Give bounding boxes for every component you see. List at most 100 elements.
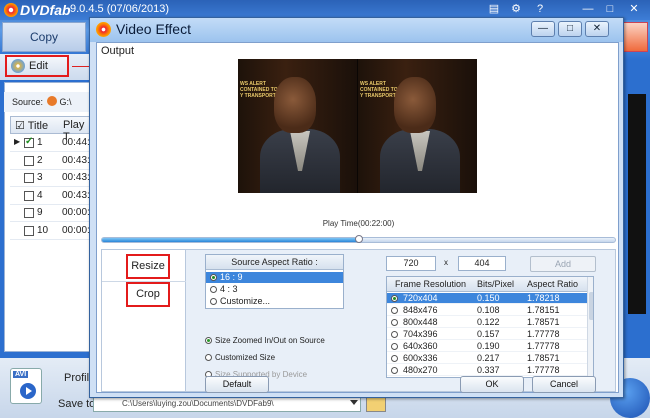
dvdfab-logo-icon [96,22,111,37]
aspect-ratio: 1.77778 [527,341,560,351]
table-row[interactable]: 10 00:00:1 [10,223,95,240]
title-checkbox[interactable] [24,208,34,218]
table-row[interactable]: 720x404 0.150 1.78218 [387,293,587,304]
title-number: 10 [37,224,49,236]
grid-scrollbar[interactable] [587,277,593,377]
video-frame-original: WS ALERT CONTAINED TO VALENCIA Y TRANSPORT… [238,59,357,193]
dialog-close-icon[interactable]: ✕ [585,21,609,37]
table-row[interactable]: 2 00:43:4 [10,153,95,170]
frame-resolution: 800x448 [403,317,438,327]
table-row[interactable]: 9 00:00:0 [10,205,95,222]
seek-slider-thumb[interactable] [354,235,363,243]
close-icon[interactable]: ✕ [626,2,642,16]
resolution-grid-header: Frame Resolution Bits/Pixel Aspect Ratio [387,277,587,292]
height-field[interactable]: 404 [458,256,506,271]
radio-icon [205,337,212,344]
edit-icon [11,59,25,73]
avi-label: AVI [13,371,29,378]
size-option[interactable]: Size Zoomed In/Out on Source [205,336,325,345]
col-bits-pixel[interactable]: Bits/Pixel [477,279,514,289]
aspect-option[interactable]: Customize... [206,296,343,307]
bits-per-pixel: 0.337 [477,365,500,375]
radio-icon [391,307,398,314]
table-row[interactable]: 3 00:43:4 [10,170,95,187]
aspect-option[interactable]: 16 : 9 [206,272,343,283]
bits-per-pixel: 0.157 [477,329,500,339]
edit-button-label: Edit [29,60,48,72]
aspect-ratio: 1.78218 [527,293,560,303]
title-checkbox[interactable] [24,173,34,183]
seek-slider[interactable] [101,235,616,243]
add-button[interactable]: Add [530,256,596,272]
aspect-ratio-header: Source Aspect Ratio : [206,255,343,270]
col-title-header[interactable]: ☑ Title [15,119,48,132]
saveto-path-text: C:\Users\luying.zou\Documents\DVDFab9\ [122,399,274,408]
bits-per-pixel: 0.150 [477,293,500,303]
video-preview: WS ALERT CONTAINED TO VALENCIA Y TRANSPORT… [238,59,477,193]
seek-slider-fill [102,238,359,242]
video-frame-output: WS ALERT CONTAINED TO VALENCIA Y TRANSPORT… [358,59,477,193]
nav-crop[interactable]: Crop [126,282,170,307]
aspect-option-label: 16 : 9 [220,272,243,282]
title-number: 2 [37,154,43,166]
radio-icon [210,274,217,281]
title-checkbox[interactable] [24,155,34,166]
resolution-x-label: x [444,258,448,267]
bits-per-pixel: 0.217 [477,353,500,363]
table-row[interactable]: 640x360 0.190 1.77778 [387,341,587,352]
settings-panel: Resize Crop Source Aspect Ratio : 16 : 9… [101,249,616,393]
radio-icon [391,295,398,302]
table-row[interactable]: 800x448 0.122 1.78571 [387,317,587,328]
tab-copy[interactable]: Copy [2,22,86,52]
width-field[interactable]: 720 [386,256,436,271]
ok-button[interactable]: OK [460,376,524,393]
aspect-ratio: 1.77778 [527,365,560,375]
radio-icon [391,343,398,350]
effect-nav: Resize Crop [102,250,186,391]
menu-icon[interactable]: ▤ [486,2,502,16]
dvdfab-logo-icon [4,3,18,17]
table-row[interactable]: 704x396 0.157 1.77778 [387,329,587,340]
browse-folder-icon[interactable] [366,396,386,412]
help-icon[interactable]: ? [532,2,548,16]
table-row[interactable]: 4 00:43:4 [10,188,95,205]
nav-resize[interactable]: Resize [126,254,170,279]
output-label: Output [101,45,135,57]
aspect-ratio: 1.78151 [527,305,560,315]
avi-profile-icon[interactable]: AVI [10,368,42,404]
col-aspect-ratio[interactable]: Aspect Ratio [527,279,578,289]
table-row[interactable]: 480x270 0.337 1.77778 [387,365,587,376]
dialog-titlebar: Video Effect — □ ✕ [90,18,623,42]
title-checkbox[interactable] [24,136,34,148]
dialog-maximize-icon[interactable]: □ [558,21,582,37]
radio-icon [391,367,398,374]
aspect-ratio: 1.78571 [527,353,560,363]
dialog-minimize-icon[interactable]: — [531,21,555,37]
table-row[interactable]: ▶100:44:0 [10,135,95,152]
radio-icon [210,286,217,293]
col-frame-resolution[interactable]: Frame Resolution [395,279,466,289]
maximize-icon[interactable]: □ [602,2,618,16]
title-checkbox[interactable] [24,225,34,236]
dialog-body: Output WS ALERT CONTAINED TO VALENCIA Y TR… [96,42,619,393]
table-row[interactable]: 848x476 0.108 1.78151 [387,305,587,316]
dialog-title: Video Effect [116,21,191,37]
chevron-down-icon[interactable] [350,400,358,405]
default-button[interactable]: Default [205,376,269,393]
saveto-path-field[interactable]: C:\Users\luying.zou\Documents\DVDFab9\ [93,396,361,412]
gear-icon[interactable]: ⚙ [508,2,524,16]
radio-icon [391,319,398,326]
aspect-option[interactable]: 4 : 3 [206,284,343,295]
source-label: Source: [12,97,44,107]
frame-resolution: 704x396 [403,329,438,339]
minimize-icon[interactable]: — [580,2,596,16]
app-logo-text: DVDfab [20,2,71,18]
source-row[interactable]: Source: G:\ [24_S [4,92,92,127]
edit-button[interactable]: Edit [5,55,69,77]
frame-resolution: 600x336 [403,353,438,363]
size-option[interactable]: Customized Size [205,353,275,362]
cancel-button[interactable]: Cancel [532,376,596,393]
bits-per-pixel: 0.122 [477,317,500,327]
title-checkbox[interactable] [24,190,34,201]
table-row[interactable]: 600x336 0.217 1.78571 [387,353,587,364]
